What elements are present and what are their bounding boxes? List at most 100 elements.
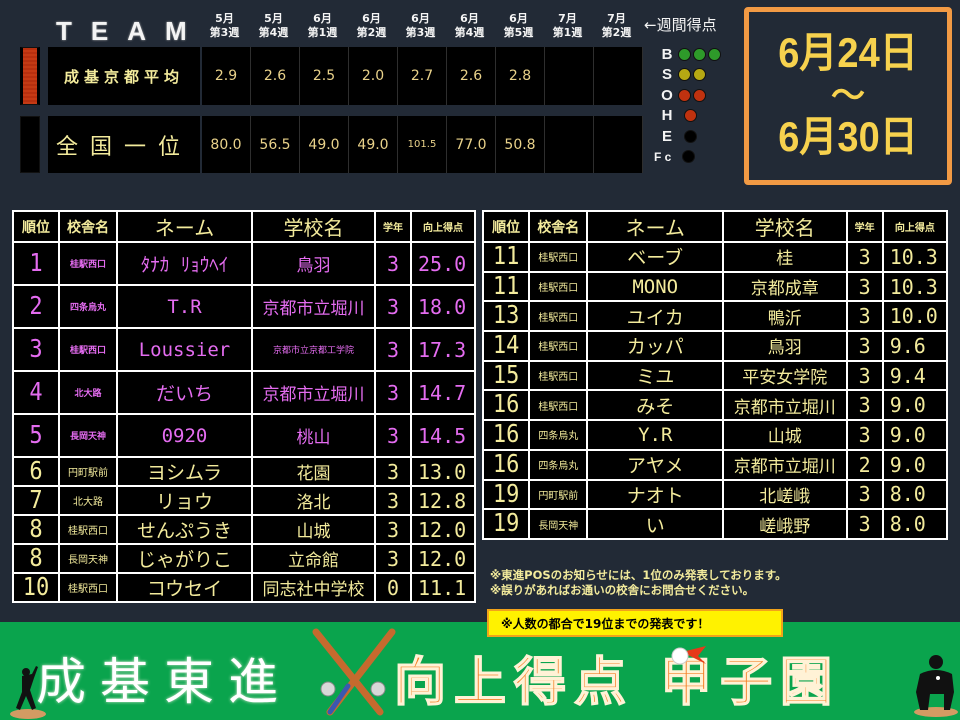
banner: 成基東進 向上得点 甲子園	[0, 622, 960, 720]
campus-cell: 四条烏丸	[528, 448, 589, 481]
week-label: 第2週	[601, 26, 632, 39]
score-cell: 2.8	[496, 47, 545, 105]
strike-lamp-icon	[678, 68, 691, 82]
week-header: 6月 第1週	[298, 12, 347, 40]
team-title: TEAM	[56, 16, 206, 46]
indicator-row-fielders-choice: F c	[654, 147, 721, 168]
banner-title-text: 向上得点 甲子園	[393, 651, 841, 714]
table-row: 7 北大路 リョウ 洛北 3 12.8	[12, 482, 476, 519]
score-cell: 13.0	[410, 456, 476, 487]
header-score: 向上得点	[881, 210, 949, 243]
school-cell: 京都市立京都工学院	[251, 327, 376, 372]
score-cell: 11.1	[410, 572, 476, 603]
grade-cell: 3	[374, 413, 412, 458]
school-cell: 京都市立堀川	[722, 389, 848, 422]
table-row: 3 桂駅西口 Loussier 京都市立京都工学院 3 17.3	[12, 323, 476, 376]
score-cell: 12.0	[410, 514, 476, 545]
table-row: 1 桂駅西口 ﾀﾅｶ ﾘｮｳﾍｲ 鳥羽 3 25.0	[12, 237, 476, 290]
name-cell: い	[586, 508, 725, 540]
week-label: 第4週	[258, 26, 289, 39]
team-row-seiki-average: 成基京都平均 2.9 2.6 2.5 2.0 2.7 2.6 2.8	[20, 47, 643, 105]
score-cell: 8.0	[881, 508, 949, 540]
score-cell: 8.0	[881, 478, 949, 511]
week-header: 6月 第4週	[445, 12, 494, 40]
indicator-letter: F c	[654, 149, 672, 164]
score-cell: 10.3	[881, 270, 949, 303]
name-cell: リョウ	[116, 485, 253, 516]
campus-cell: 桂駅西口	[58, 327, 118, 372]
name-cell: だいち	[116, 370, 253, 415]
week-headers: 5月 第3週 5月 第4週 6月 第1週 6月 第2週 6月 第3週 6月 第4週 6月 第5…	[200, 12, 641, 40]
name-cell: アヤメ	[586, 448, 725, 481]
campus-cell: 桂駅西口	[528, 389, 589, 422]
header-score: 向上得点	[410, 210, 476, 243]
header-name: ネーム	[116, 210, 253, 243]
week-label: 第1週	[307, 26, 338, 39]
count-indicators: B S O H E F c	[654, 44, 721, 168]
team-row-national-top: 全国一位 80.0 56.5 49.0 49.0 101.5 77.0 50.8	[20, 116, 643, 173]
indicator-letter: S	[661, 66, 672, 84]
header-grade: 学年	[374, 210, 412, 243]
header-school: 学校名	[251, 210, 376, 243]
score-cell: 49.0	[300, 116, 349, 173]
out-lamp-icon	[678, 88, 691, 102]
grade-cell: 3	[845, 300, 884, 333]
weekly-score-legend: ←週間得点	[644, 16, 717, 34]
score-cell: 18.0	[410, 284, 476, 329]
grade-cell: 3	[845, 330, 884, 362]
team-row-label: 成基京都平均	[48, 47, 200, 105]
score-cell: 56.5	[251, 116, 300, 173]
grade-cell: 3	[845, 508, 884, 540]
campus-cell: 桂駅西口	[528, 330, 589, 362]
week-header: 6月 第2週	[347, 12, 396, 40]
table-header-row: 順位 校舎名 ネーム 学校名 学年 向上得点	[481, 210, 949, 243]
grade-cell: 0	[374, 572, 412, 603]
campus-cell: 長岡天神	[58, 543, 118, 574]
school-cell: 嵯峨野	[722, 508, 848, 540]
indicator-letter: B	[661, 45, 673, 63]
team-row-values: 80.0 56.5 49.0 49.0 101.5 77.0 50.8	[202, 116, 643, 173]
campus-cell: 四条烏丸	[528, 419, 589, 451]
note-line: ※誤りがあればお通いの校舎にお問合せください。	[490, 583, 755, 597]
score-cell: 50.8	[496, 116, 545, 173]
school-cell: 京都市立堀川	[722, 448, 848, 481]
score-cell: 9.0	[881, 389, 949, 422]
table-row: 4 北大路 だいち 京都市立堀川 3 14.7	[12, 366, 476, 419]
table-row: 10 桂駅西口 コウセイ 同志社中学校 0 11.1	[12, 569, 476, 606]
school-cell: 平安女学院	[722, 359, 848, 392]
header-school: 学校名	[722, 210, 848, 243]
name-cell: せんぷうき	[116, 514, 253, 545]
table-row: 16 四条烏丸 アヤメ 京都市立堀川 2 9.0	[481, 446, 949, 483]
rank-cell: 19	[481, 505, 531, 543]
name-cell: カッパ	[586, 330, 725, 362]
table-row: 19 円町駅前 ナオト 北嵯峨 3 8.0	[481, 476, 949, 513]
school-cell: 京都市立堀川	[251, 284, 376, 329]
crossed-bats-icon	[312, 628, 396, 716]
week-label: 第3週	[405, 26, 436, 39]
table-row: 16 桂駅西口 みそ 京都市立堀川 3 9.0	[481, 387, 949, 424]
fc-lamp-icon	[682, 150, 695, 164]
header-rank: 順位	[12, 210, 60, 243]
score-cell: 2.6	[251, 47, 300, 105]
grade-cell: 3	[374, 241, 412, 286]
ranking-table-left: 順位 校舎名 ネーム 学校名 学年 向上得点 1 桂駅西口 ﾀﾅｶ ﾘｮｳﾍｲ 鳥羽 3…	[12, 210, 476, 606]
indicator-letter: E	[661, 127, 672, 145]
callout-notice: ※人数の都合で19位までの発表です！	[487, 609, 783, 637]
score-cell	[594, 116, 643, 173]
score-cell: 9.0	[881, 419, 949, 451]
week-header: 6月 第3週	[396, 12, 445, 40]
school-cell: 鳥羽	[251, 241, 376, 286]
week-header: 5月 第3週	[200, 12, 249, 40]
campus-cell: 桂駅西口	[58, 241, 118, 286]
campus-cell: 桂駅西口	[58, 514, 118, 545]
week-month: 6月	[460, 12, 479, 25]
score-cell: 25.0	[410, 241, 476, 286]
grade-cell: 3	[845, 389, 884, 422]
grade-cell: 3	[374, 284, 412, 329]
table-row: 14 桂駅西口 カッパ 鳥羽 3 9.6	[481, 327, 949, 365]
grade-cell: 3	[374, 543, 412, 574]
week-month: 7月	[558, 12, 577, 25]
notes: ※東進POSのお知らせには、1位のみ発表しております。 ※誤りがあればお通いの校…	[490, 568, 787, 598]
week-month: 5月	[264, 12, 283, 25]
score-cell	[545, 47, 594, 105]
